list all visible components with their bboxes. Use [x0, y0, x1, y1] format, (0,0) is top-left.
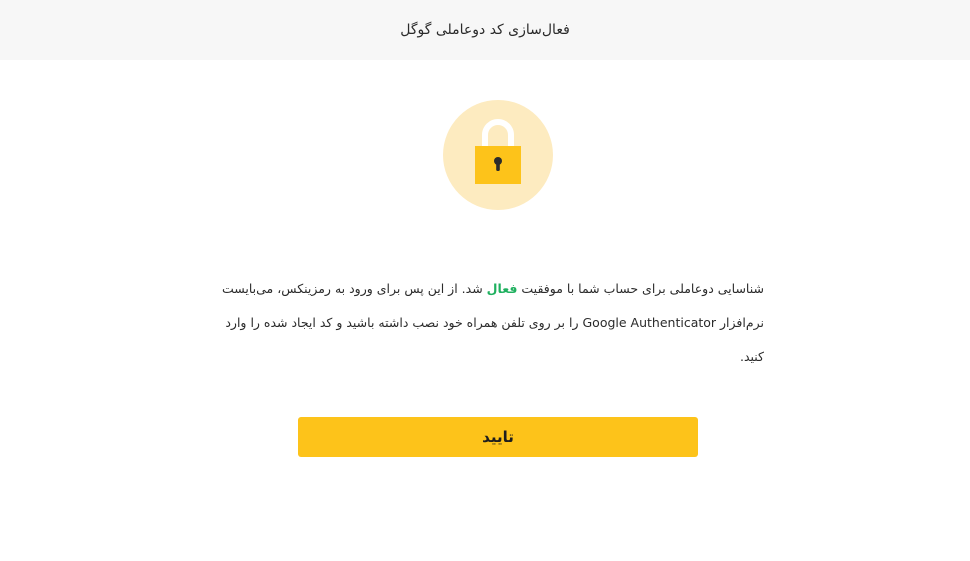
- lock-illustration: [443, 100, 553, 210]
- page-title: فعال‌سازی کد دوعاملی گوگل: [400, 22, 570, 38]
- confirm-button[interactable]: تایید: [298, 417, 698, 457]
- message-text-start: شناسایی دوعاملی برای حساب شما با موفقیت: [517, 281, 764, 296]
- page-header: فعال‌سازی کد دوعاملی گوگل: [0, 0, 970, 60]
- success-message: شناسایی دوعاملی برای حساب شما با موفقیت …: [208, 272, 764, 374]
- message-highlight-active: فعال: [486, 281, 518, 296]
- padlock-icon: [475, 119, 521, 184]
- padlock-shackle: [482, 119, 514, 151]
- padlock-keyhole-slot: [496, 161, 500, 171]
